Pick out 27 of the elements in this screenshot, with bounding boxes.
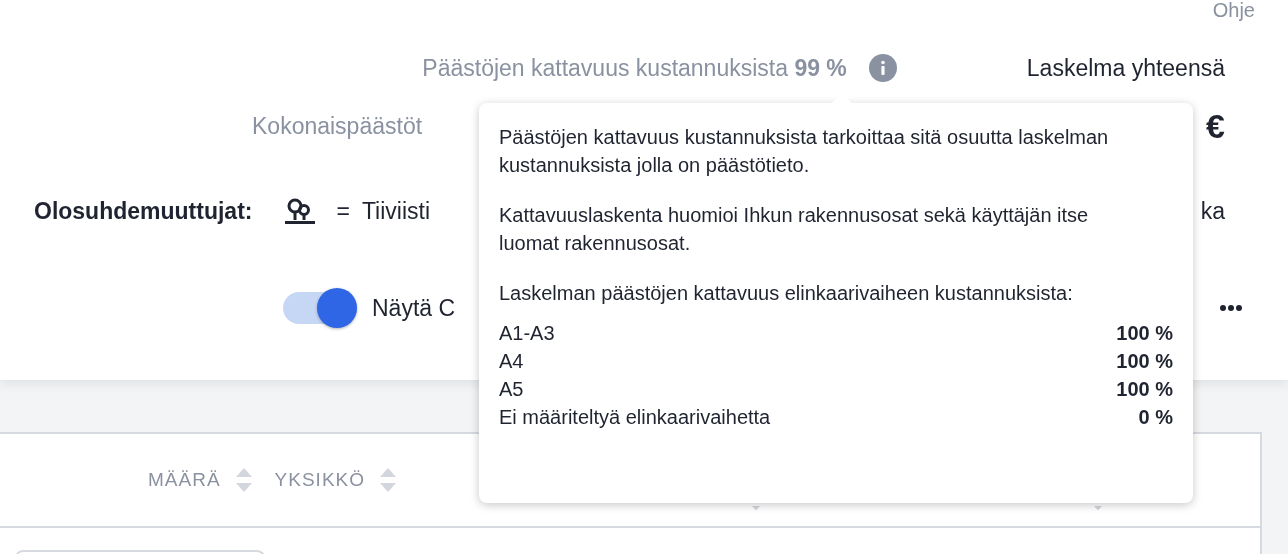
- toggle-label: Näytä C: [372, 294, 456, 322]
- phase-label: A1-A3: [499, 321, 555, 346]
- phase-value: 100 %: [1116, 349, 1173, 374]
- conditions-label: Olosuhdemuuttujat:: [34, 197, 253, 225]
- tooltip-paragraph: Laskelman päästöjen kattavuus elinkaarivaiheen kustannuksista:: [499, 281, 1074, 306]
- emissions-label: Kokonaispäästöt: [252, 112, 423, 140]
- total-label: Laskelma yhteensä: [1026, 54, 1225, 82]
- condition-text: ka: [1200, 197, 1225, 225]
- equals-sign: =: [336, 197, 350, 225]
- more-icon[interactable]: [1220, 304, 1242, 312]
- sort-icon[interactable]: [379, 466, 397, 494]
- condition-text: Tiiviisti: [361, 197, 431, 225]
- phase-label: Ei määriteltyä elinkaarivaihetta: [499, 405, 771, 430]
- trees-icon: [284, 196, 317, 226]
- phase-label: A5: [499, 377, 524, 402]
- info-icon[interactable]: [868, 54, 897, 82]
- column-header[interactable]: MÄÄRÄ: [148, 469, 221, 491]
- column-header[interactable]: YKSIKKÖ: [274, 469, 365, 491]
- phase-value: 100 %: [1116, 377, 1173, 402]
- coverage-label: Päästöjen kattavuus kustannuksista 99 %: [422, 54, 847, 82]
- tooltip-paragraph: Kattavuuslaskenta huomioi Ihkun rakennusosat sekä käyttäjän itse luomat rakennusosat.: [499, 203, 1090, 256]
- tooltip-paragraph: Päästöjen kattavuus kustannuksista tarkoittaa sitä osuutta laskelman kustannuksista jolla on päästötieto.: [499, 125, 1110, 178]
- phase-label: A4: [499, 349, 524, 374]
- phase-value: 100 %: [1116, 321, 1173, 346]
- sort-icon[interactable]: [234, 466, 253, 494]
- currency-symbol: €: [1206, 106, 1225, 146]
- phase-value: 0 %: [1138, 405, 1173, 430]
